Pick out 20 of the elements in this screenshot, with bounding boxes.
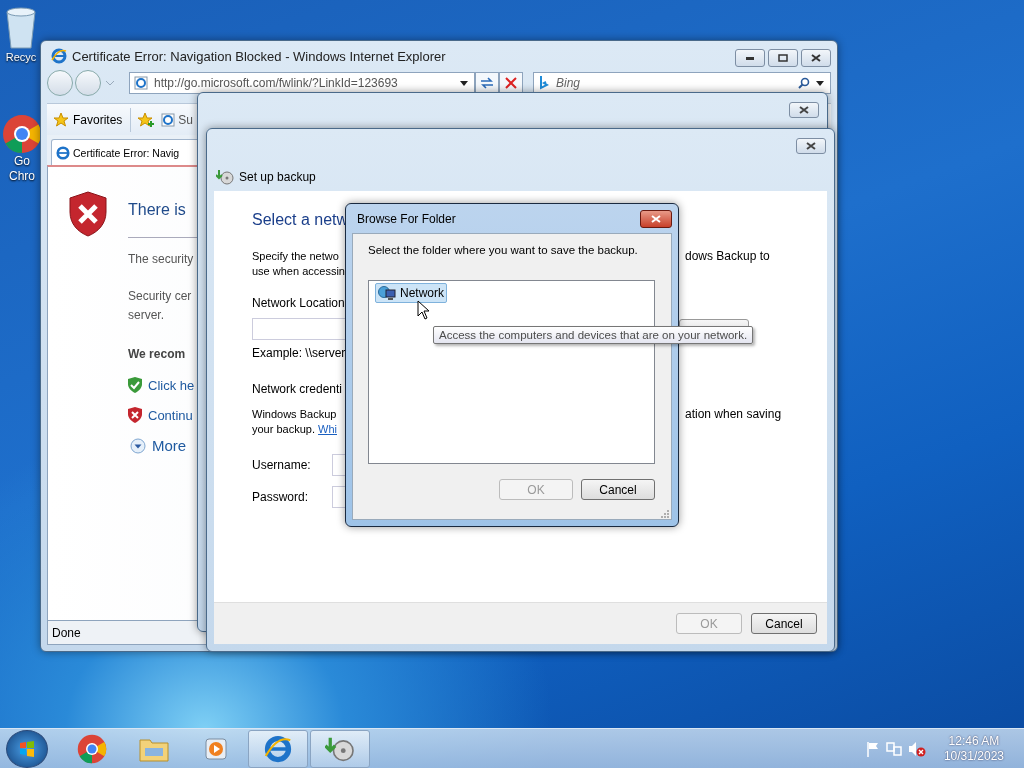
status-text: Done	[52, 625, 81, 640]
credentials-text: ation when saving	[685, 407, 783, 421]
paragraph: Security cer server.	[128, 288, 192, 324]
window-title: Certificate Error: Navigation Blocked - Windows Internet Explorer	[72, 48, 447, 64]
credentials-text: Windows Backup your backup. Whi	[252, 407, 337, 437]
field-label: Username:	[252, 458, 312, 472]
paragraph: The security	[128, 251, 194, 268]
section-label: Network credenti	[252, 382, 343, 396]
address-text: http://go.microsoft.com/fwlink/?LinkId=123693	[154, 76, 399, 90]
recommendation-text: We recom	[128, 347, 186, 361]
instruction-text: Select the folder where you want to save the backup.	[368, 244, 639, 256]
page-heading: There is	[128, 201, 186, 219]
field-label: Network Location	[252, 296, 345, 310]
window-title: Set up backup	[239, 170, 316, 184]
instruction-text: dows Backup to	[685, 249, 771, 263]
window-title: Browse For Folder	[357, 211, 456, 226]
field-label: Password:	[252, 490, 310, 504]
tooltip: Access the computers and devices that are on your network.	[433, 326, 754, 344]
instruction-text: Specify the netwo use when accessin	[252, 249, 345, 279]
example-text: Example: \\server	[252, 346, 346, 360]
